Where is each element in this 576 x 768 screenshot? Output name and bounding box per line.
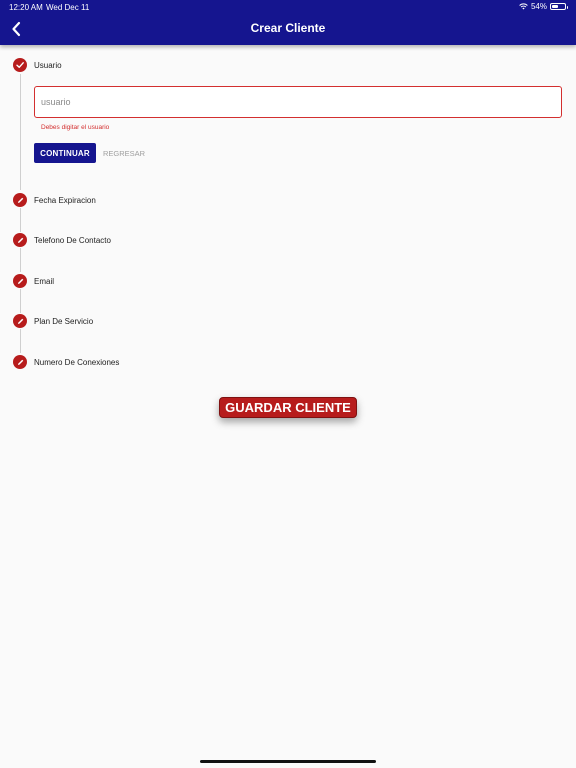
usuario-input[interactable] xyxy=(34,86,562,118)
status-date: Wed Dec 11 xyxy=(46,3,90,12)
battery-percent: 54% xyxy=(530,2,547,11)
battery-level xyxy=(552,5,559,8)
step-edit-circle xyxy=(13,233,27,247)
status-indicators: 54% xyxy=(519,2,568,11)
pencil-icon xyxy=(17,318,23,324)
page-title: Crear Cliente xyxy=(250,21,326,35)
wifi-icon xyxy=(519,3,528,10)
step-connector xyxy=(20,248,21,272)
pencil-icon xyxy=(17,197,23,203)
step-label: Plan De Servicio xyxy=(34,317,94,326)
step-connector xyxy=(20,289,21,313)
step-edit-circle xyxy=(13,314,27,328)
pencil-icon xyxy=(17,359,23,365)
step-connector xyxy=(20,329,21,353)
step-label: Email xyxy=(34,277,55,286)
step-label: Usuario xyxy=(34,61,62,70)
status-time: 12:20 AM xyxy=(9,3,43,12)
step-edit-circle xyxy=(13,355,27,369)
check-icon xyxy=(16,62,24,68)
app-header: 12:20 AM Wed Dec 11 54% Crear Cliente xyxy=(0,0,576,45)
step-edit-circle xyxy=(13,274,27,288)
step-check-circle xyxy=(13,58,27,72)
step-label: Telefono De Contacto xyxy=(34,236,111,245)
step-label: Numero De Conexiones xyxy=(34,358,120,367)
back-step-button[interactable]: REGRESAR xyxy=(100,143,148,163)
error-message: Debes digitar el usuario xyxy=(41,124,110,131)
pencil-icon xyxy=(17,278,23,284)
continue-button[interactable]: CONTINUAR xyxy=(34,143,96,163)
step-edit-circle xyxy=(13,193,27,207)
battery-icon xyxy=(550,3,568,10)
pencil-icon xyxy=(17,237,23,243)
step-connector xyxy=(20,74,21,190)
home-indicator[interactable] xyxy=(200,760,376,763)
step-connector xyxy=(20,208,21,232)
save-client-button[interactable]: GUARDAR CLIENTE xyxy=(219,397,357,418)
step-label: Fecha Expiracion xyxy=(34,196,96,205)
